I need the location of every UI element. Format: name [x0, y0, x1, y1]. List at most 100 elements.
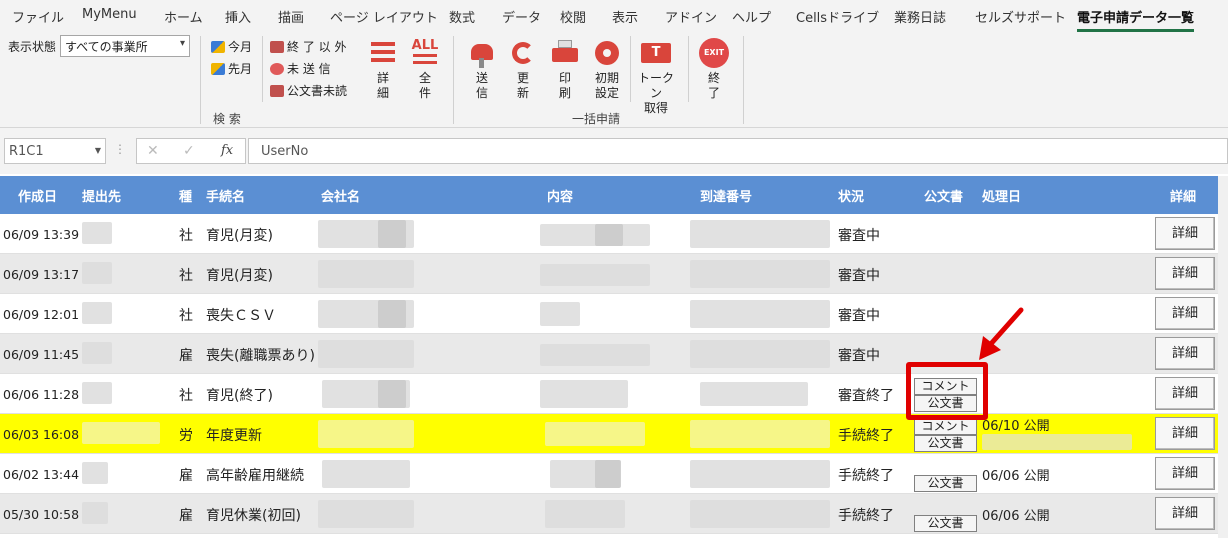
tab-home[interactable]: ホーム	[164, 7, 203, 26]
redacted-area	[982, 434, 1132, 450]
tab-view[interactable]: 表示	[612, 7, 638, 26]
redacted-area	[690, 500, 830, 528]
tab-cells-support[interactable]: セルズサポート	[975, 7, 1066, 26]
unsent-button[interactable]: 未 送 信	[270, 60, 331, 77]
tab-draw[interactable]: 描画	[278, 7, 304, 26]
vertical-scrollbar[interactable]	[1218, 176, 1228, 538]
initial-settings-button[interactable]: 初期 設定	[590, 38, 624, 101]
name-box[interactable]: R1C1 ▼	[4, 138, 106, 164]
col-processed[interactable]: 処理日	[982, 186, 1021, 205]
ribbon-tab-bar: ファイル MyMenu ホーム 挿入 描画 ページ レイアウト 数式 データ 校…	[0, 0, 1228, 32]
col-status[interactable]: 状況	[838, 186, 864, 205]
tab-mymenu[interactable]: MyMenu	[82, 7, 137, 22]
tab-review[interactable]: 校閲	[560, 7, 586, 26]
formula-input[interactable]: UserNo	[248, 138, 1228, 164]
search-group-label: 検 索	[213, 112, 241, 126]
redacted-area	[82, 502, 108, 524]
all-icon: ALL	[410, 38, 440, 68]
detail-button[interactable]: 詳細	[1155, 497, 1215, 530]
status: 手続終了	[838, 468, 894, 484]
all-records-button[interactable]: ALL 全 件	[408, 38, 442, 101]
tab-cells-drive[interactable]: Cellsドライブ	[796, 7, 879, 26]
table-row: 06/06 11:28 社 育児(終了) 審査終了 コメント 公文書 詳細	[0, 374, 1218, 414]
tab-insert[interactable]: 挿入	[225, 7, 251, 26]
cancel-icon[interactable]: ✕	[147, 143, 159, 159]
col-official-doc[interactable]: 公文書	[924, 186, 963, 205]
col-arrival-no[interactable]: 到達番号	[700, 186, 752, 205]
redacted-area	[595, 224, 623, 246]
kind: 労	[179, 428, 193, 444]
col-created[interactable]: 作成日	[18, 186, 57, 205]
col-content[interactable]: 内容	[547, 186, 573, 205]
redacted-area	[690, 340, 830, 368]
created-date: 06/09 11:45	[3, 347, 80, 362]
list-icon	[368, 38, 398, 68]
redacted-area	[82, 222, 112, 244]
tab-work-diary[interactable]: 業務日誌	[894, 7, 946, 26]
status: 審査中	[838, 268, 880, 284]
refresh-button[interactable]: 更 新	[506, 38, 540, 101]
detail-button[interactable]: 詳細	[1155, 297, 1215, 330]
redacted-area	[690, 460, 830, 488]
display-state-select[interactable]: すべての事業所 ▾	[60, 35, 190, 57]
detail-button[interactable]: 詳細	[1155, 417, 1215, 450]
tab-e-application-list[interactable]: 電子申請データ一覧	[1077, 7, 1195, 32]
highlight-callout-box	[906, 362, 988, 420]
created-date: 06/03 16:08	[3, 427, 80, 442]
tab-help[interactable]: ヘルプ	[732, 7, 771, 26]
this-month-button[interactable]: 今月	[211, 38, 252, 55]
official-doc-button[interactable]: 公文書	[914, 475, 977, 492]
detail-button[interactable]: 詳細	[1155, 217, 1215, 250]
check-icon[interactable]: ✓	[183, 143, 195, 159]
table-row: 06/09 13:39 社 育児(月変) 審査中 詳細	[0, 214, 1218, 254]
tab-formulas[interactable]: 数式	[449, 7, 475, 26]
kind: 雇	[179, 468, 193, 484]
token-button[interactable]: T トークン 取得	[633, 38, 679, 116]
calendar-icon	[211, 62, 225, 75]
col-submit-to[interactable]: 提出先	[82, 186, 121, 205]
last-month-button[interactable]: 先月	[211, 60, 252, 77]
procedure-name: 高年齢雇用継続	[206, 468, 304, 484]
other-than-done-button[interactable]: 終 了 以 外	[270, 38, 346, 55]
procedure-name: 育児(月変)	[206, 228, 273, 244]
redacted-area	[540, 380, 628, 408]
status: 審査中	[838, 348, 880, 364]
kind: 社	[179, 308, 193, 324]
formula-bar: R1C1 ▼ ⋮ ✕ ✓ fx UserNo	[0, 128, 1228, 174]
send-button[interactable]: 送 信	[465, 38, 499, 101]
table-row: 06/09 11:45 雇 喪失(離職票あり) 審査中 詳細	[0, 334, 1218, 374]
col-detail[interactable]: 詳細	[1170, 186, 1196, 205]
detail-button[interactable]: 詳細	[1155, 337, 1215, 370]
mailbox-icon	[467, 38, 497, 68]
tab-addins[interactable]: アドイン	[665, 7, 717, 26]
redacted-area	[318, 260, 414, 288]
procedure-name: 年度更新	[206, 428, 262, 444]
tab-file[interactable]: ファイル	[12, 7, 64, 26]
print-button[interactable]: 印 刷	[548, 38, 582, 101]
function-icon[interactable]: fx	[221, 143, 233, 158]
processed-date: 06/06 公開	[982, 469, 1050, 484]
detail-button[interactable]: 詳細	[1155, 457, 1215, 490]
col-kind[interactable]: 種	[179, 186, 192, 205]
comment-button[interactable]: コメント	[914, 418, 977, 435]
detail-button[interactable]: 詳細	[1155, 377, 1215, 410]
exit-button[interactable]: EXIT 終 了	[697, 38, 731, 101]
table-row: 06/02 13:44 雇 高年齢雇用継続 手続終了 公文書 06/06 公開 …	[0, 454, 1218, 494]
col-procedure[interactable]: 手続名	[206, 186, 245, 205]
redacted-area	[700, 382, 808, 406]
refresh-icon	[508, 38, 538, 68]
official-doc-button[interactable]: 公文書	[914, 435, 977, 452]
detail-search-button[interactable]: 詳 細	[366, 38, 400, 101]
table-row: 06/09 13:17 社 育児(月変) 審査中 詳細	[0, 254, 1218, 294]
procedure-name: 喪失(離職票あり)	[206, 348, 315, 364]
divider	[743, 36, 744, 124]
unsent-icon	[270, 62, 284, 75]
col-company[interactable]: 会社名	[321, 186, 360, 205]
redacted-area	[82, 342, 112, 364]
official-doc-button[interactable]: 公文書	[914, 515, 977, 532]
redacted-area	[82, 422, 160, 444]
doc-unread-button[interactable]: 公文書未読	[270, 82, 347, 99]
detail-button[interactable]: 詳細	[1155, 257, 1215, 290]
tab-page-layout[interactable]: ページ レイアウト	[330, 7, 438, 26]
tab-data[interactable]: データ	[502, 7, 541, 26]
